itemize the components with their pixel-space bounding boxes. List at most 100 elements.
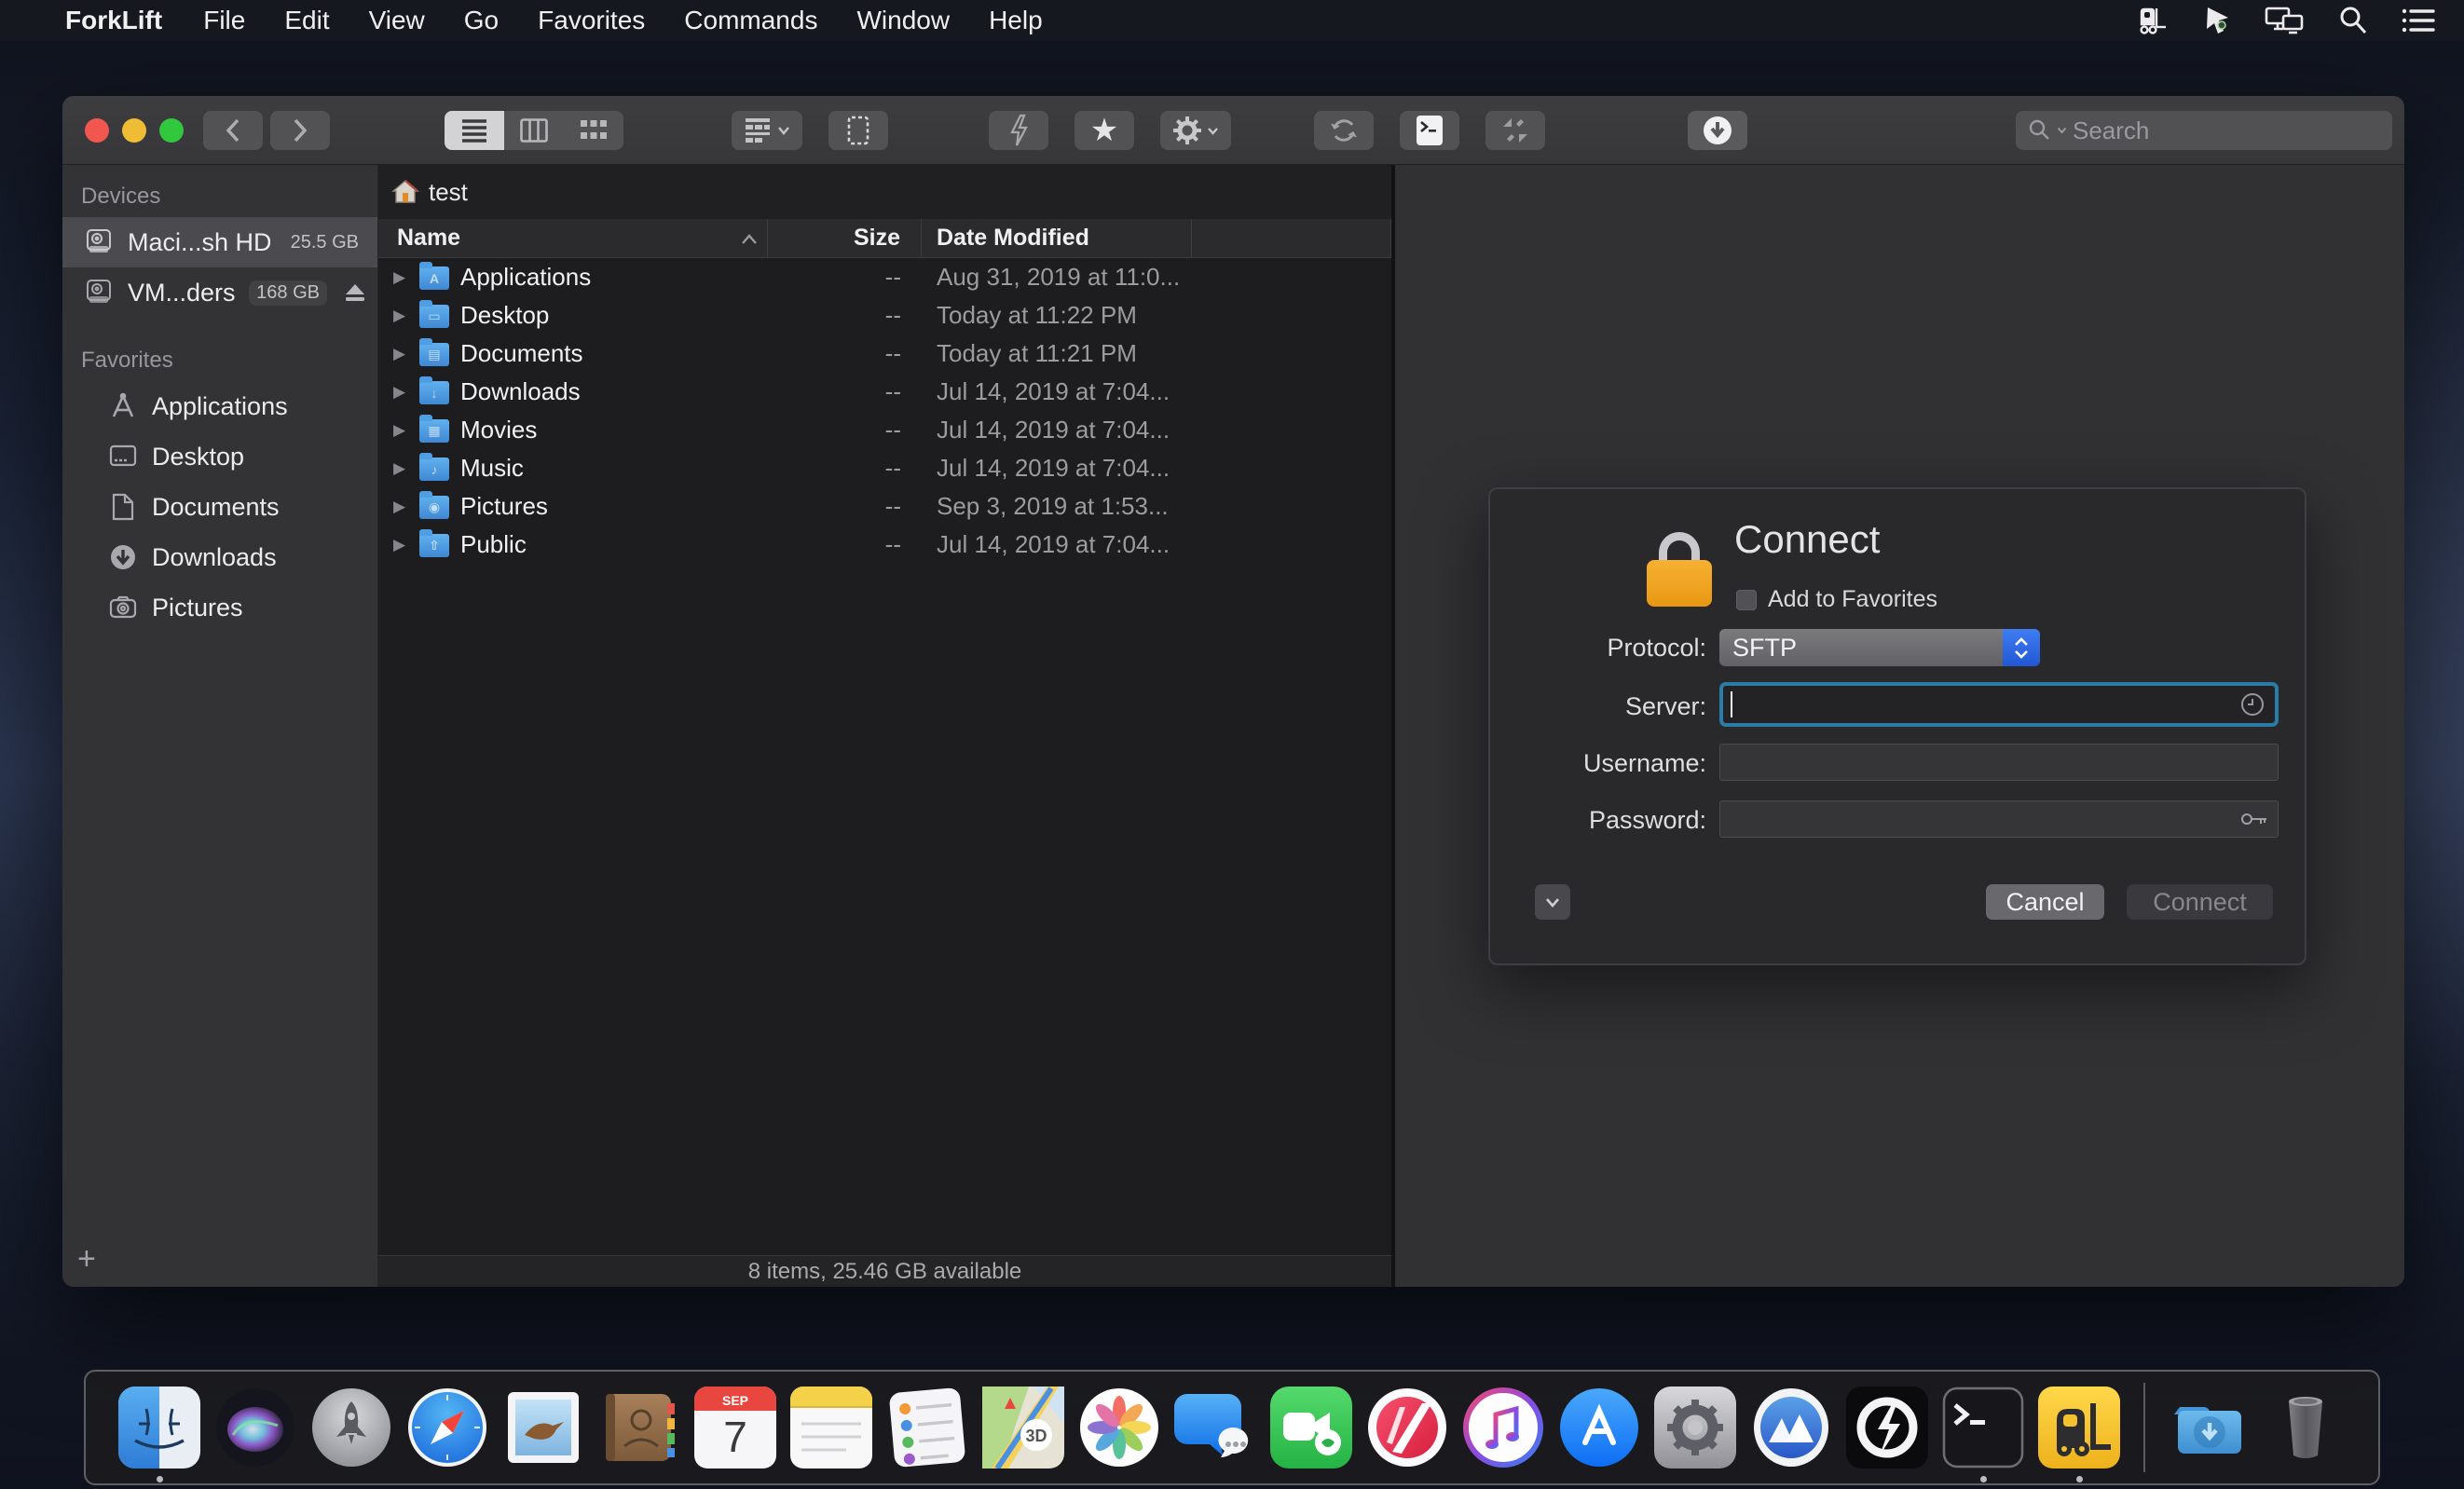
dock-dark-bolt-app-icon[interactable] — [1846, 1387, 1928, 1469]
forward-button[interactable] — [270, 111, 330, 150]
view-columns-button[interactable] — [504, 111, 564, 150]
sidebar-device-vm-folders[interactable]: VM...ders 168 GB — [62, 267, 377, 318]
history-clock-icon[interactable] — [2239, 691, 2266, 717]
disclosure-triangle-icon[interactable]: ▶ — [393, 307, 408, 325]
file-date: Jul 14, 2019 at 7:04... — [922, 449, 1192, 487]
sidebar-device-macintosh-hd[interactable]: Maci...sh HD 25.5 GB — [62, 217, 377, 267]
select-button[interactable] — [828, 111, 888, 150]
column-header-name[interactable]: Name — [378, 219, 768, 257]
dock-safari-icon[interactable] — [406, 1387, 488, 1469]
protocol-label: Protocol: — [1490, 634, 1706, 663]
pointer-menu-icon[interactable] — [2201, 5, 2233, 36]
search-input[interactable] — [2073, 116, 2352, 145]
sidebar-item-documents[interactable]: Documents — [62, 482, 377, 532]
key-icon[interactable] — [2240, 810, 2268, 828]
dock-terminal-icon[interactable] — [1942, 1387, 2024, 1469]
view-icons-button[interactable] — [564, 111, 623, 150]
eject-icon[interactable] — [344, 282, 366, 303]
file-row[interactable]: ▶ ▤ Documents -- Today at 11:21 PM — [378, 335, 1391, 373]
zoom-button[interactable] — [159, 118, 184, 143]
dock-blue-mountains-app-icon[interactable] — [1750, 1387, 1832, 1469]
sidebar-item-desktop[interactable]: Desktop — [62, 431, 377, 482]
settings-gear-button[interactable] — [1160, 111, 1231, 150]
favorites-star-button[interactable]: ★ — [1075, 111, 1134, 150]
dock-trash-icon[interactable] — [2265, 1387, 2347, 1469]
dock-itunes-icon[interactable] — [1462, 1387, 1544, 1469]
downloads-button[interactable] — [1688, 111, 1747, 150]
file-row[interactable]: ▶ ⇧ Public -- Jul 14, 2019 at 7:04... — [378, 526, 1391, 564]
dock-mail-icon[interactable] — [502, 1387, 584, 1469]
file-row[interactable]: ▶ ↓ Downloads -- Jul 14, 2019 at 7:04... — [378, 373, 1391, 411]
connect-button[interactable]: Connect — [2127, 884, 2273, 920]
sort-menu-button[interactable] — [732, 111, 802, 150]
menu-view[interactable]: View — [369, 6, 425, 35]
cancel-button[interactable]: Cancel — [1986, 884, 2104, 920]
menu-favorites[interactable]: Favorites — [538, 6, 645, 35]
dock-launchpad-icon[interactable] — [310, 1387, 392, 1469]
dock-siri-icon[interactable] — [214, 1387, 296, 1469]
menu-help[interactable]: Help — [989, 6, 1043, 35]
dock-system-preferences-icon[interactable] — [1654, 1387, 1736, 1469]
password-input[interactable] — [1719, 800, 2279, 838]
favorite-label: Pictures — [152, 594, 366, 622]
dock-calendar-icon[interactable]: SEP7 — [694, 1387, 776, 1469]
dock-photos-icon[interactable] — [1078, 1387, 1160, 1469]
close-button[interactable] — [85, 118, 109, 143]
disclosure-triangle-icon[interactable]: ▶ — [393, 345, 408, 363]
add-favorite-button[interactable]: + — [77, 1241, 96, 1277]
menu-edit[interactable]: Edit — [284, 6, 329, 35]
menu-file[interactable]: File — [203, 6, 245, 35]
displays-menu-icon[interactable] — [2265, 5, 2306, 36]
dock-news-icon[interactable] — [1366, 1387, 1448, 1469]
dock-maps-icon[interactable]: 3D — [982, 1387, 1064, 1469]
terminal-button[interactable] — [1400, 111, 1459, 150]
sidebar-item-downloads[interactable]: Downloads — [62, 532, 377, 582]
add-to-favorites-checkbox[interactable] — [1736, 590, 1757, 610]
dock-notes-icon[interactable] — [790, 1387, 872, 1469]
dock-app-store-icon[interactable] — [1558, 1387, 1640, 1469]
disclosure-triangle-icon[interactable]: ▶ — [393, 421, 408, 440]
file-row[interactable]: ▶ A Applications -- Aug 31, 2019 at 11:0… — [378, 258, 1391, 296]
view-list-button[interactable] — [445, 111, 504, 150]
sidebar-item-pictures[interactable]: Pictures — [62, 582, 377, 633]
menu-app-name[interactable]: ForkLift — [65, 6, 162, 35]
forklift-menu-icon[interactable] — [2136, 5, 2170, 36]
username-input[interactable] — [1719, 744, 2279, 781]
file-size: -- — [768, 411, 922, 449]
column-header-size[interactable]: Size — [768, 219, 922, 257]
menu-window[interactable]: Window — [856, 6, 950, 35]
file-row[interactable]: ▶ ♪ Music -- Jul 14, 2019 at 7:04... — [378, 449, 1391, 487]
server-input[interactable] — [1719, 682, 2279, 727]
menu-go[interactable]: Go — [464, 6, 499, 35]
list-icon[interactable] — [2401, 6, 2436, 35]
transfers-button[interactable] — [1485, 111, 1545, 150]
expand-options-button[interactable] — [1535, 884, 1570, 920]
minimize-button[interactable] — [122, 118, 146, 143]
spotlight-icon[interactable] — [2337, 5, 2369, 36]
dock-finder-icon[interactable] — [118, 1387, 200, 1469]
disclosure-triangle-icon[interactable]: ▶ — [393, 383, 408, 402]
menu-commands[interactable]: Commands — [684, 6, 817, 35]
search-field[interactable] — [2016, 111, 2392, 150]
disclosure-triangle-icon[interactable]: ▶ — [393, 498, 408, 516]
disclosure-triangle-icon[interactable]: ▶ — [393, 536, 408, 554]
dock-messages-icon[interactable] — [1174, 1387, 1256, 1469]
dock-reminders-icon[interactable] — [886, 1387, 968, 1469]
dock-facetime-icon[interactable] — [1270, 1387, 1352, 1469]
file-row[interactable]: ▶ ▦ Movies -- Jul 14, 2019 at 7:04... — [378, 411, 1391, 449]
disclosure-triangle-icon[interactable]: ▶ — [393, 268, 408, 287]
path-bar[interactable]: test — [378, 165, 1391, 219]
window-toolbar: ★ — [62, 96, 2404, 165]
file-row[interactable]: ▶ ◉ Pictures -- Sep 3, 2019 at 1:53... — [378, 487, 1391, 526]
protocol-popup[interactable]: SFTP — [1719, 629, 2040, 666]
sidebar-item-applications[interactable]: Applications — [62, 381, 377, 431]
dock-forklift-icon[interactable] — [2038, 1387, 2120, 1469]
quick-actions-button[interactable] — [989, 111, 1048, 150]
file-row[interactable]: ▶ ▭ Desktop -- Today at 11:22 PM — [378, 296, 1391, 335]
dock-contacts-icon[interactable] — [598, 1387, 680, 1469]
column-header-date[interactable]: Date Modified — [922, 219, 1192, 257]
dock-downloads-folder-icon[interactable] — [2169, 1387, 2251, 1469]
back-button[interactable] — [203, 111, 263, 150]
sync-button[interactable] — [1314, 111, 1374, 150]
disclosure-triangle-icon[interactable]: ▶ — [393, 459, 408, 478]
